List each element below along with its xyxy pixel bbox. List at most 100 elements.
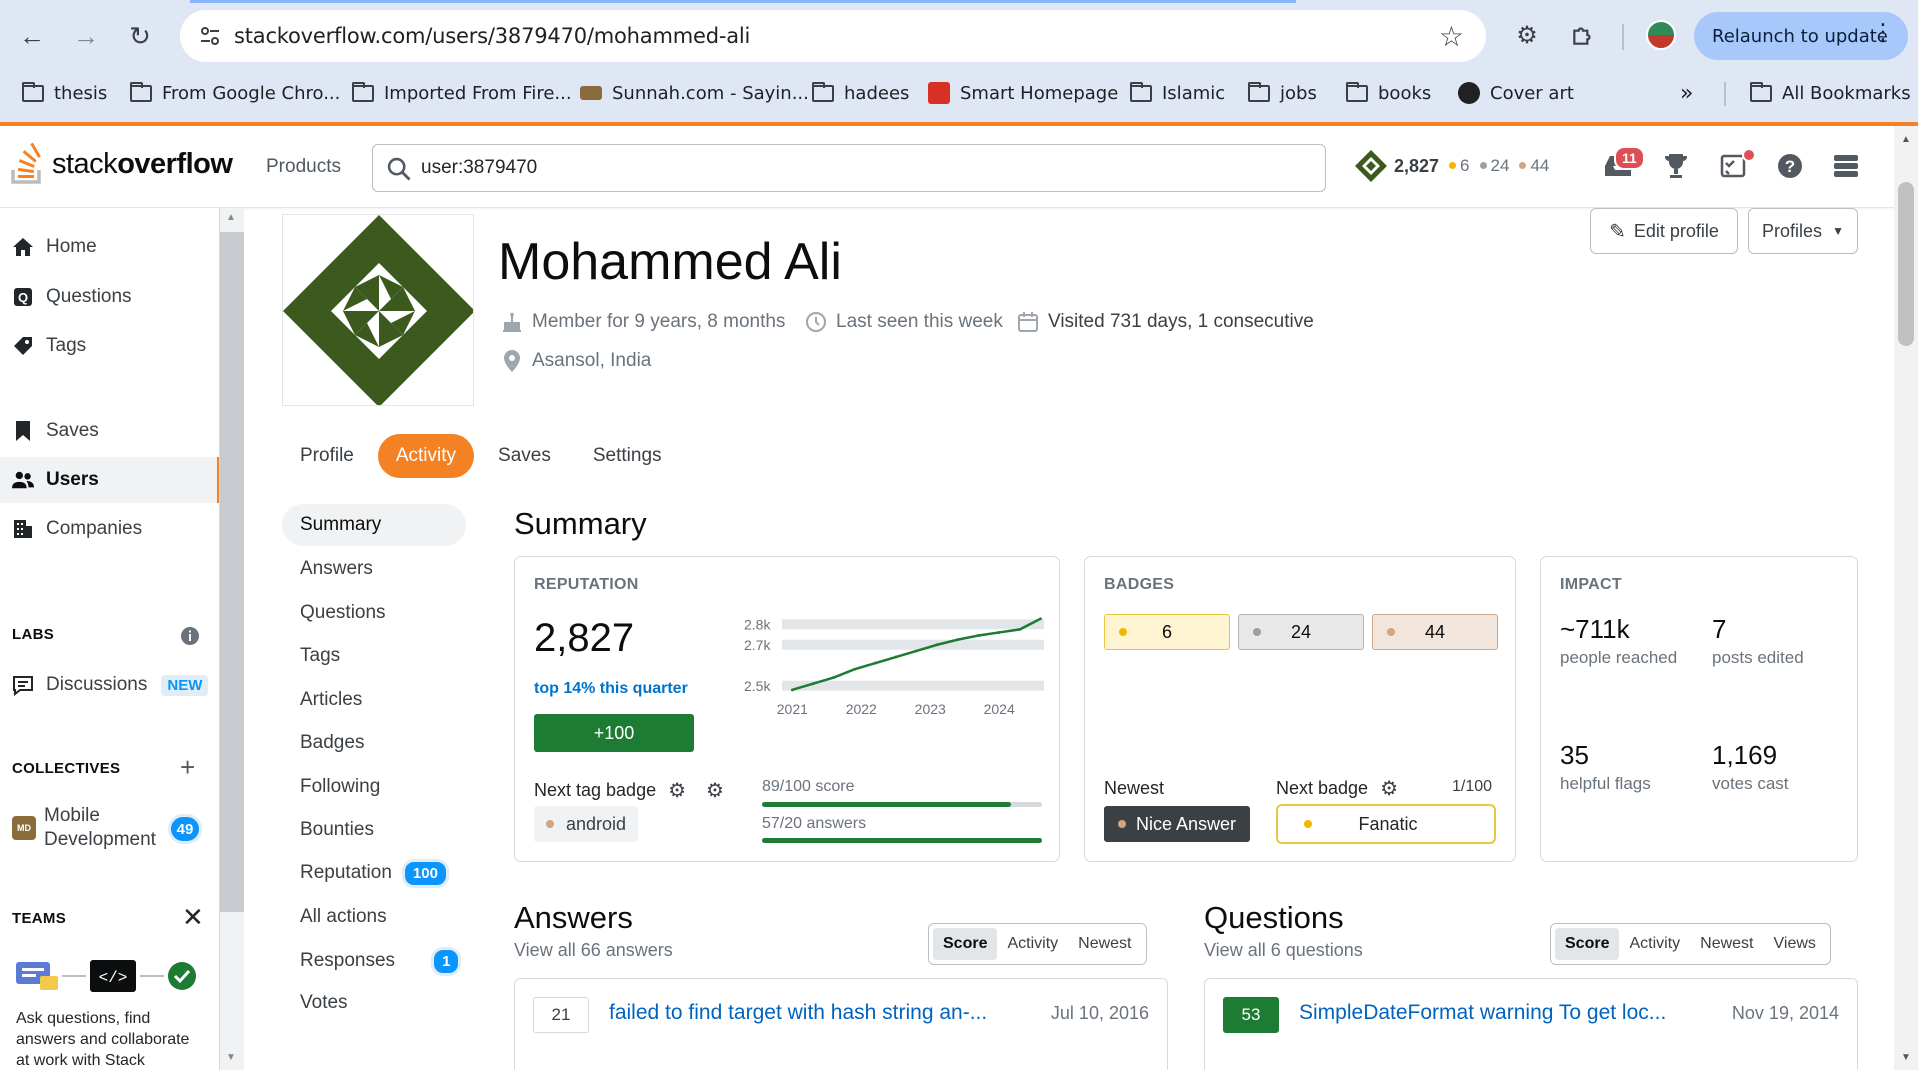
impact-card-label: IMPACT [1560,576,1622,593]
questions-sort-views[interactable]: Views [1764,928,1826,960]
activity-nav-responses[interactable]: Responses 1 [282,940,466,982]
tab-settings[interactable]: Settings [575,434,680,478]
nav-questions[interactable]: Q Questions [0,274,219,320]
activity-nav-reputation[interactable]: Reputation 100 [282,852,466,894]
edit-profile-button[interactable]: ✎ Edit profile [1590,208,1738,254]
answer-title-link[interactable]: failed to find target with hash string a… [609,1001,987,1025]
activity-nav-following[interactable]: Following [282,766,466,808]
address-bar[interactable]: stackoverflow.com/users/3879470/mohammed… [180,10,1486,62]
silver-badge-box[interactable]: 24 [1238,614,1364,650]
page-scroll-down-icon[interactable]: ▼ [1901,1052,1911,1063]
activity-nav-all-actions[interactable]: All actions [282,896,466,938]
bookmarks-overflow-chevron-icon[interactable]: » [1680,80,1693,106]
nav-saves[interactable]: Saves [0,408,219,454]
building-icon [12,518,34,540]
more-vert-icon[interactable]: ⋮ [1872,20,1894,45]
profile-avatar-icon[interactable] [1646,20,1676,50]
activity-nav-tags[interactable]: Tags [282,635,466,677]
url-text[interactable]: stackoverflow.com/users/3879470/mohammed… [234,24,750,48]
page-scroll-thumb[interactable] [1898,182,1914,346]
answers-sort-newest[interactable]: Newest [1068,928,1141,960]
reputation-top-percent-link[interactable]: top 14% this quarter [534,680,688,698]
site-search-input[interactable]: user:3879470 [372,144,1326,192]
left-scroll-thumb[interactable] [220,232,244,912]
all-bookmarks[interactable]: All Bookmarks [1750,80,1911,106]
products-menu[interactable]: Products [266,156,341,178]
bookmark-from-google[interactable]: From Google Chro... [130,80,340,106]
questions-sort-score[interactable]: Score [1555,928,1620,960]
back-icon[interactable]: ← [14,18,50,54]
tab-activity[interactable]: Activity [377,434,475,478]
site-switcher-icon[interactable] [1828,148,1864,184]
extensions-puzzle-icon[interactable] [1568,20,1598,50]
questions-sort-activity[interactable]: Activity [1619,928,1690,960]
bookmark-cover-art[interactable]: Cover art [1458,80,1574,106]
extension-gear-icon[interactable]: ⚙ [1512,20,1542,50]
dismiss-teams-close-icon[interactable]: ✕ [182,902,204,933]
reload-icon[interactable]: ↻ [122,18,158,54]
calendar-icon [1016,310,1040,334]
user-card-topbar[interactable]: 2,827 6 24 44 [1354,148,1549,184]
location: Asansol, India [500,349,651,373]
site-settings-icon[interactable] [198,24,222,48]
stackoverflow-logo[interactable]: stackoverflow [10,140,233,188]
bookmark-imported[interactable]: Imported From Fire... [352,80,572,106]
bookmark-sunnah[interactable]: Sunnah.com - Sayin... [580,80,809,106]
tag-settings-gear-icon[interactable]: ⚙ [706,778,724,803]
achievements-trophy-icon[interactable] [1658,148,1694,184]
logo-text-bold: overflow [117,147,233,180]
collective-mobile-development[interactable]: MD Mobile Development 49 [0,796,219,860]
bookmark-star-icon[interactable]: ☆ [1439,20,1464,53]
left-sidebar-scrollbar[interactable]: ▲ ▼ [220,208,244,1070]
scroll-down-arrow-icon[interactable]: ▼ [226,1052,236,1063]
activity-nav-bounties[interactable]: Bounties [282,809,466,851]
folder-icon [1346,81,1368,102]
view-all-questions-link[interactable]: View all 6 questions [1204,940,1363,961]
page-scrollbar[interactable]: ▲ ▼ [1894,126,1918,1070]
view-all-answers-link[interactable]: View all 66 answers [514,940,673,961]
bronze-badge-box[interactable]: 44 [1372,614,1498,650]
help-icon[interactable]: ? [1772,148,1808,184]
nav-discussions[interactable]: Discussions NEW [0,662,219,708]
tag-chip-android[interactable]: android [534,806,639,842]
nav-tags[interactable]: Tags [0,323,219,369]
votes-cast-value: 1,169 [1712,740,1778,770]
activity-nav-answers[interactable]: Answers [282,548,466,590]
next-badge-gear-icon[interactable]: ⚙ [1380,776,1398,801]
gear-icon[interactable]: ⚙ [668,778,686,803]
profiles-dropdown[interactable]: Profiles ▼ [1748,208,1858,254]
relaunch-button[interactable]: Relaunch to update ⋮ [1694,12,1908,60]
add-collective-plus-icon[interactable]: + [180,752,195,783]
bookmark-jobs[interactable]: jobs [1248,80,1317,106]
bookmark-smart-homepage[interactable]: Smart Homepage [928,80,1118,106]
nav-companies[interactable]: Companies [0,506,219,552]
answers-sort-activity[interactable]: Activity [997,928,1068,960]
tab-saves[interactable]: Saves [480,434,569,478]
nav-users[interactable]: Users [0,457,219,503]
activity-nav-articles[interactable]: Articles [282,679,466,721]
bookmark-thesis[interactable]: thesis [22,80,107,106]
bookmark-hadees[interactable]: hadees [812,80,909,106]
reputation-chart: 2.5k 2.7k 2.8k 2021 2022 2023 2024 [744,616,1044,716]
forward-icon[interactable]: → [68,18,104,54]
tab-profile[interactable]: Profile [282,434,372,478]
newest-badge-chip[interactable]: Nice Answer [1104,806,1251,842]
page-scroll-up-icon[interactable]: ▲ [1901,134,1911,145]
impact-card [1540,556,1858,862]
bookmark-islamic[interactable]: Islamic [1130,80,1225,106]
questions-sort-newest[interactable]: Newest [1690,928,1763,960]
info-icon[interactable] [180,626,200,646]
bookmark-books[interactable]: books [1346,80,1431,106]
nav-home[interactable]: Home [0,224,219,270]
activity-nav-badges[interactable]: Badges [282,722,466,764]
next-badge-chip[interactable]: Fanatic [1276,804,1496,844]
answers-sort-score[interactable]: Score [933,928,998,960]
activity-nav-votes[interactable]: Votes [282,982,466,1024]
question-title-link[interactable]: SimpleDateFormat warning To get loc... [1299,1001,1666,1025]
scroll-up-arrow-icon[interactable]: ▲ [226,212,236,223]
activity-nav-summary[interactable]: Summary [282,504,466,546]
search-query[interactable]: user:3879470 [421,157,537,179]
gold-badge-box[interactable]: 6 [1104,614,1230,650]
reputation-change-button[interactable]: +100 [534,714,694,752]
activity-nav-questions[interactable]: Questions [282,592,466,634]
